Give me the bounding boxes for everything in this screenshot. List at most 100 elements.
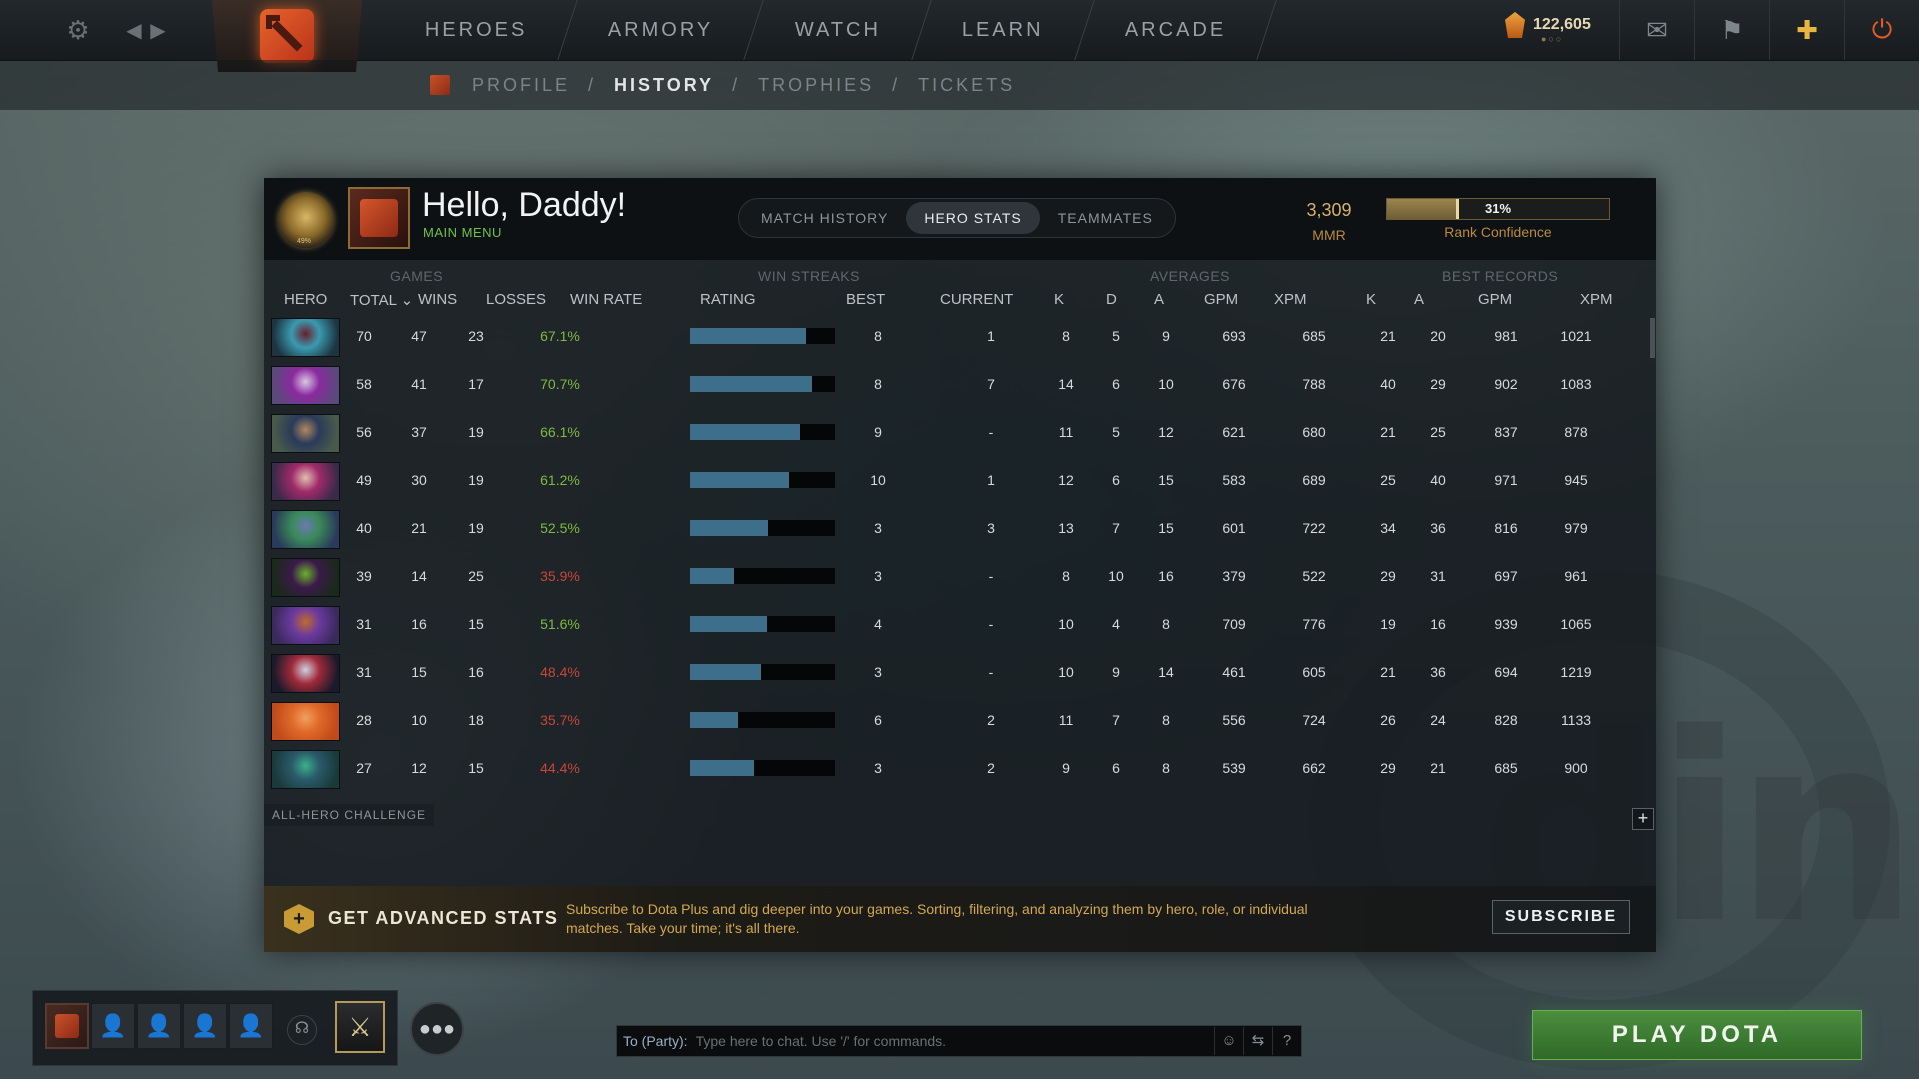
- chat-input[interactable]: [693, 1032, 1214, 1050]
- battle-pass-icon[interactable]: ⚔: [335, 1001, 385, 1053]
- rank-confidence: 31% Rank Confidence: [1386, 198, 1610, 240]
- table-row[interactable]: 27 12 15 44.4% 3 2 9 6 8 539 662 29 21 685 900: [264, 745, 1656, 793]
- subnav-tickets[interactable]: TICKETS: [918, 75, 1015, 96]
- col-avg-a[interactable]: A: [1154, 291, 1164, 308]
- all-hero-challenge-label[interactable]: ALL-HERO CHALLENGE: [264, 804, 435, 826]
- party-slot-empty[interactable]: 👤: [229, 1003, 273, 1049]
- hero-portrait[interactable]: [271, 606, 340, 645]
- avg-a-cell: 15: [1158, 520, 1174, 536]
- total-cell: 31: [356, 664, 372, 680]
- best-gpm-cell: 828: [1494, 712, 1518, 728]
- nav-armory[interactable]: ARMORY: [558, 0, 765, 60]
- nav-learn[interactable]: LEARN: [912, 0, 1095, 60]
- nav-heroes[interactable]: HEROES: [385, 0, 579, 60]
- friends-icon[interactable]: ●●●: [410, 1002, 464, 1056]
- subnav-profile[interactable]: PROFILE: [472, 75, 570, 96]
- losses-cell: 23: [468, 328, 484, 344]
- battle-cup-icon[interactable]: ⚑: [1694, 0, 1769, 60]
- table-row[interactable]: 39 14 25 35.9% 3-8 10 16 379 522 29 31 697 961: [264, 553, 1656, 601]
- hero-portrait[interactable]: [271, 414, 340, 453]
- tab-hero-stats[interactable]: HERO STATS: [906, 202, 1040, 234]
- col-win-rate[interactable]: WIN RATE: [570, 291, 642, 308]
- subscribe-button[interactable]: SUBSCRIBE: [1492, 900, 1630, 934]
- table-row[interactable]: 31 15 16 48.4% 3-10 9 14 461 605 21 36 694 1219: [264, 649, 1656, 697]
- avg-a-cell: 8: [1162, 712, 1170, 728]
- streak-best-cell: 3: [874, 664, 882, 680]
- col-streak-current[interactable]: CURRENT: [940, 291, 1013, 308]
- avg-a-cell: 8: [1162, 760, 1170, 776]
- col-best-xpm[interactable]: XPM: [1580, 291, 1613, 308]
- table-row[interactable]: 31 16 15 51.6% 4-10 4 8 709 776 19 16 939 1065: [264, 601, 1656, 649]
- streak-best-cell: 9: [874, 424, 882, 440]
- rating-bar-fill: [690, 712, 738, 728]
- dota-plus-icon[interactable]: ✚: [1769, 0, 1844, 60]
- nav-arcade[interactable]: ARCADE: [1074, 0, 1277, 60]
- hero-portrait[interactable]: [271, 750, 340, 789]
- tab-match-history[interactable]: MATCH HISTORY: [743, 202, 906, 234]
- play-dota-button[interactable]: PLAY DOTA: [1532, 1010, 1862, 1060]
- col-losses[interactable]: LOSSES: [486, 291, 546, 308]
- headset-icon[interactable]: ☊: [287, 1015, 317, 1045]
- main-menu-link[interactable]: MAIN MENU: [423, 225, 502, 240]
- dota-logo-icon: [260, 9, 314, 63]
- tab-teammates[interactable]: TEAMMATES: [1040, 202, 1171, 234]
- party-slot-empty[interactable]: 👤: [91, 1003, 135, 1049]
- col-streak-best[interactable]: BEST: [846, 291, 885, 308]
- col-avg-xpm[interactable]: XPM: [1274, 291, 1307, 308]
- col-hero[interactable]: HERO: [284, 291, 327, 308]
- hero-portrait[interactable]: [271, 558, 340, 597]
- hero-portrait[interactable]: [271, 318, 340, 357]
- col-wins[interactable]: WINS: [418, 291, 457, 308]
- hero-portrait[interactable]: [271, 510, 340, 549]
- col-avg-k[interactable]: K: [1054, 291, 1064, 308]
- emoji-icon[interactable]: ☺: [1214, 1027, 1243, 1055]
- streak-best-cell: 8: [874, 376, 882, 392]
- streak-current-cell: -: [988, 664, 994, 680]
- hero-portrait[interactable]: [271, 366, 340, 405]
- party-slot-empty[interactable]: 👤: [137, 1003, 181, 1049]
- table-row[interactable]: 56 37 19 66.1% 9-11 5 12 621 680 21 25 837 878: [264, 409, 1656, 457]
- col-best-gpm[interactable]: GPM: [1478, 291, 1512, 308]
- col-total[interactable]: TOTAL ⌄: [350, 291, 413, 309]
- col-rating[interactable]: RATING: [700, 291, 756, 308]
- wins-cell: 10: [411, 712, 427, 728]
- table-row[interactable]: 49 30 19 61.2% 10 1 12 6 15 583 689 25 40 971 945: [264, 457, 1656, 505]
- col-best-a[interactable]: A: [1414, 291, 1424, 308]
- rating-bar: [690, 376, 835, 392]
- help-icon[interactable]: ?: [1272, 1027, 1301, 1055]
- subnav-history[interactable]: HISTORY: [614, 75, 714, 96]
- table-scrollbar[interactable]: [1650, 318, 1655, 358]
- total-cell: 31: [356, 616, 372, 632]
- table-row[interactable]: 70 47 23 67.1% 8 1 8 5 9 693 685 21 20 981 1021: [264, 313, 1656, 361]
- chat-options-icon[interactable]: ⇆: [1243, 1027, 1272, 1055]
- table-row[interactable]: 40 21 19 52.5% 3 3 13 7 15 601 722 34 36 816 979: [264, 505, 1656, 553]
- subnav-trophies[interactable]: TROPHIES: [758, 75, 874, 96]
- party-slot-empty[interactable]: 👤: [183, 1003, 227, 1049]
- col-best-k[interactable]: K: [1366, 291, 1376, 308]
- rating-bar: [690, 760, 835, 776]
- col-avg-d[interactable]: D: [1106, 291, 1117, 308]
- avg-a-cell: 12: [1158, 424, 1174, 440]
- nav-watch[interactable]: WATCH: [745, 0, 932, 60]
- hero-portrait[interactable]: [271, 702, 340, 741]
- hero-portrait[interactable]: [271, 654, 340, 693]
- wins-cell: 47: [411, 328, 427, 344]
- chat-channel-label[interactable]: To (Party):: [623, 1033, 688, 1049]
- shards-currency[interactable]: 122,605 ●○○: [1505, 12, 1591, 44]
- table-row[interactable]: 58 41 17 70.7% 8 7 14 6 10 676 788 40 29 902 1083: [264, 361, 1656, 409]
- col-avg-gpm[interactable]: GPM: [1204, 291, 1238, 308]
- power-icon[interactable]: ⏻: [1844, 0, 1919, 60]
- rank-confidence-bar: 31%: [1386, 198, 1610, 220]
- plus-icon[interactable]: +: [1632, 808, 1654, 830]
- mail-icon[interactable]: ✉: [1619, 0, 1694, 60]
- settings-gear-icon[interactable]: ⚙: [60, 12, 96, 48]
- separator: /: [588, 74, 597, 95]
- table-row[interactable]: 28 10 18 35.7% 6 2 11 7 8 556 724 26 24 828 1133: [264, 697, 1656, 745]
- best-a-cell: 36: [1430, 664, 1446, 680]
- forward-arrow-icon[interactable]: ▶: [140, 12, 176, 48]
- avatar[interactable]: [348, 187, 410, 249]
- hero-portrait[interactable]: [271, 462, 340, 501]
- avg-xpm-cell: 722: [1302, 520, 1326, 536]
- party-slot-self[interactable]: [45, 1003, 89, 1049]
- rating-bar: [690, 328, 835, 344]
